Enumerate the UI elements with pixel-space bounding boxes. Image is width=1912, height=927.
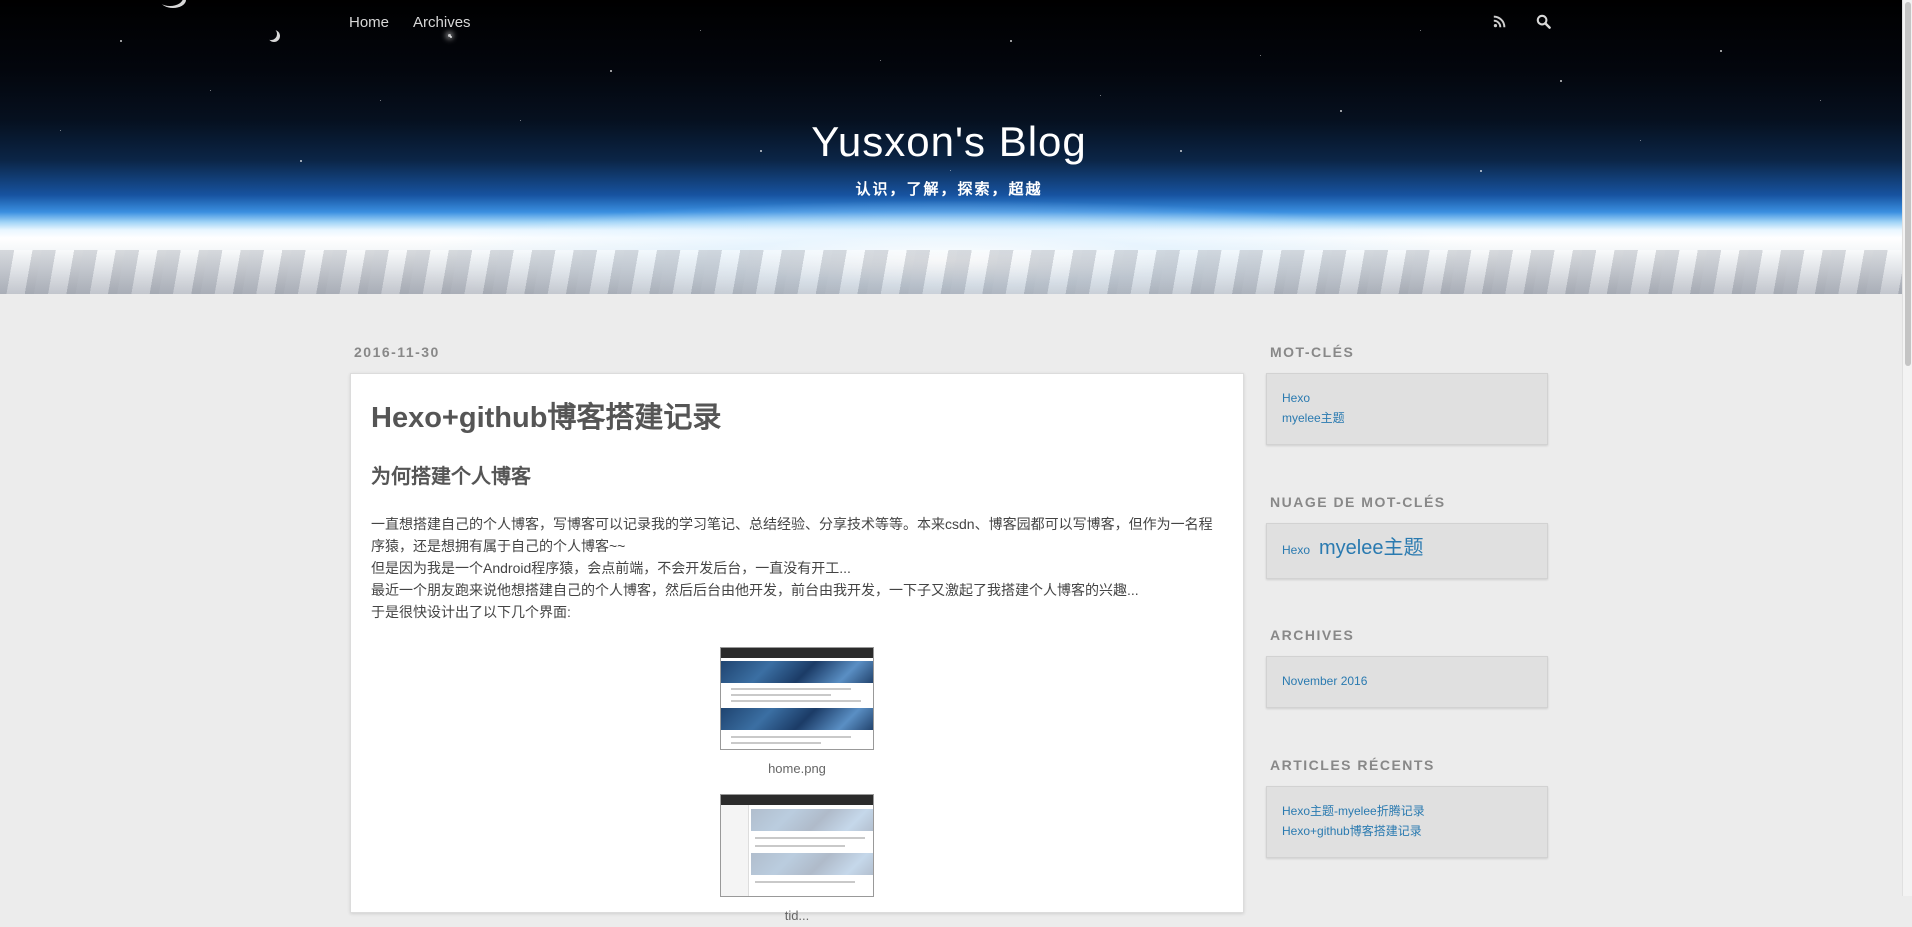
post-paragraph: 但是因为我是一个Android程序猿，会点前端，不会开发后台，一直没有开工... xyxy=(371,560,851,576)
post-body: 一直想搭建自己的个人博客，写博客可以记录我的学习笔记、总结经验、分享技术等等。本… xyxy=(371,513,1223,927)
home-screenshot-thumbnail[interactable] xyxy=(720,647,874,750)
recent-article-link[interactable]: Hexo主题-myelee折腾记录 xyxy=(1282,801,1532,821)
tags-widget: Hexo myelee主题 xyxy=(1266,373,1548,445)
second-screenshot-thumbnail[interactable] xyxy=(720,794,874,897)
scrollbar-thumb[interactable] xyxy=(1905,2,1911,366)
post-paragraph: 于是很快设计出了以下几个界面: xyxy=(371,604,571,620)
search-icon[interactable] xyxy=(1534,12,1552,30)
post-title[interactable]: Hexo+github博客搭建记录 xyxy=(371,394,1223,436)
page-scrollbar[interactable] xyxy=(1902,0,1912,896)
top-nav: Home Archives xyxy=(349,14,471,31)
tag-link-hexo[interactable]: Hexo xyxy=(1282,388,1532,408)
archives-widget: November 2016 xyxy=(1266,656,1548,708)
header-banner: Home Archives Yusxon's Blog 认识，了解，探索，超越 xyxy=(0,0,1902,294)
figure-caption: tid... xyxy=(784,908,810,923)
tagcloud-widget-title: NUAGE DE MOT-CLÉS xyxy=(1270,494,1446,510)
recent-article-link[interactable]: Hexo+github博客搭建记录 xyxy=(1282,821,1532,841)
tags-widget-title: MOT-CLÉS xyxy=(1270,344,1355,360)
recent-articles-widget: Hexo主题-myelee折腾记录 Hexo+github博客搭建记录 xyxy=(1266,786,1548,858)
article-card: Hexo+github博客搭建记录 为何搭建个人博客 一直想搭建自己的个人博客，… xyxy=(350,373,1244,923)
figure-second: tid... xyxy=(371,794,1223,927)
post-paragraph: 最近一个朋友跑来说他想搭建自己的个人博客，然后后台由他开发，前台由我开发，一下子… xyxy=(371,582,1139,598)
top-nav-icons xyxy=(1490,12,1552,30)
section-heading: 为何搭建个人博客 xyxy=(371,466,531,488)
site-subtitle: 认识，了解，探索，超越 xyxy=(855,181,1043,198)
post-paragraph: 一直想搭建自己的个人博客，写博客可以记录我的学习笔记、总结经验、分享技术等等。本… xyxy=(371,516,1213,554)
tagcloud-link-hexo[interactable]: Hexo xyxy=(1282,540,1310,560)
post-date[interactable]: 2016-11-30 xyxy=(354,344,440,360)
tagcloud-link-myelee[interactable]: myelee主题 xyxy=(1319,538,1423,558)
nav-archives-link[interactable]: Archives xyxy=(413,14,471,31)
tag-link-myelee[interactable]: myelee主题 xyxy=(1282,408,1532,428)
archive-link-november-2016[interactable]: November 2016 xyxy=(1282,671,1532,691)
recent-articles-widget-title: ARTICLES RÉCENTS xyxy=(1270,757,1435,773)
archives-widget-title: ARCHIVES xyxy=(1270,627,1355,643)
tagcloud-widget: Hexo myelee主题 xyxy=(1266,523,1548,579)
site-title[interactable]: Yusxon's Blog xyxy=(0,118,1898,166)
earth-clouds xyxy=(0,250,1902,294)
rss-icon[interactable] xyxy=(1490,12,1508,30)
figure-caption: home.png xyxy=(768,761,826,776)
figure-home: home.png xyxy=(371,647,1223,780)
nav-home-link[interactable]: Home xyxy=(349,14,389,31)
